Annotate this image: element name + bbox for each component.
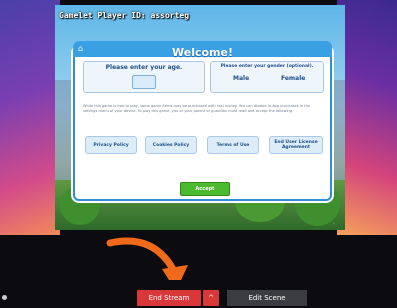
end-stream-button[interactable]: End Stream xyxy=(137,290,201,306)
game-view[interactable]: Gamelet Player ID: assorteg ⌂ Welcome! P… xyxy=(55,5,345,230)
privacy-policy-button[interactable]: Privacy Policy xyxy=(85,136,137,154)
age-input[interactable] xyxy=(132,75,156,89)
edit-scene-button[interactable]: Edit Scene xyxy=(227,290,307,306)
home-icon[interactable]: ⌂ xyxy=(76,44,85,53)
eula-button[interactable]: End User License Agreement xyxy=(269,136,323,154)
gender-male-button[interactable]: Male xyxy=(233,75,249,82)
status-dot xyxy=(2,295,7,300)
welcome-dialog: ⌂ Welcome! Please enter your age. Please… xyxy=(73,41,332,201)
cookies-policy-button[interactable]: Cookies Policy xyxy=(145,136,197,154)
age-section: Please enter your age. xyxy=(83,61,205,93)
gender-label: Please enter your gender (optional). xyxy=(220,64,314,69)
terms-of-use-button[interactable]: Terms of Use xyxy=(207,136,259,154)
age-label: Please enter your age. xyxy=(105,64,183,71)
gender-section: Please enter your gender (optional). Mal… xyxy=(210,61,324,93)
gender-female-button[interactable]: Female xyxy=(281,75,305,82)
wallpaper-right xyxy=(337,0,397,235)
purchase-notice: While this game is free to play, some ga… xyxy=(83,104,311,113)
wallpaper-left xyxy=(0,0,60,235)
player-id-label: Gamelet Player ID: assorteg xyxy=(59,11,190,20)
dialog-title: Welcome! xyxy=(172,46,233,59)
stream-options-caret-button[interactable]: ^ xyxy=(203,290,219,306)
accept-button[interactable]: Accept xyxy=(180,182,230,196)
watermark: ◦ xyxy=(332,221,335,226)
dialog-header: ⌂ Welcome! xyxy=(73,41,332,59)
